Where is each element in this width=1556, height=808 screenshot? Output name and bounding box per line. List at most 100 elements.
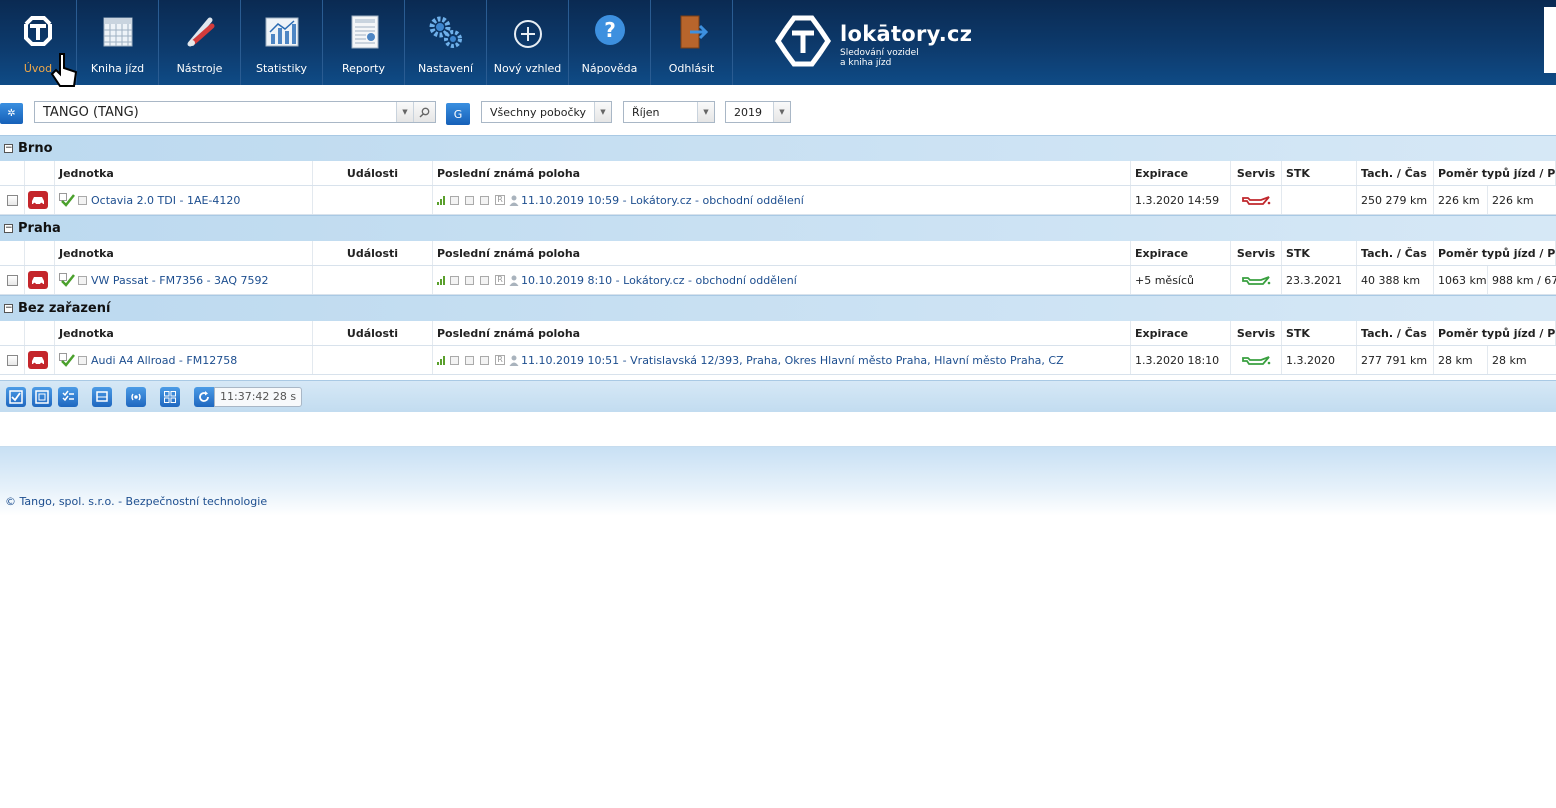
chevron-down-icon[interactable]: ▼ [697,102,714,122]
column-header-stk[interactable]: STK [1282,161,1357,185]
nav-item-settings[interactable]: Nastavení [405,0,487,85]
grid-view-button[interactable] [160,386,180,407]
nav-item-tools[interactable]: Nástroje [159,0,241,85]
table-row[interactable]: Audi A4 Allroad - FM12758 R 11.10.2019 1… [0,346,1556,375]
collapse-toggle-icon[interactable]: − [4,304,13,313]
column-header-expiration[interactable]: Expirace [1131,241,1231,265]
oil-can-icon[interactable] [1241,354,1271,366]
chevron-down-icon[interactable]: ▼ [773,102,790,122]
unit-link[interactable]: VW Passat - FM7356 - 3AQ 7592 [91,274,269,287]
column-header-stk[interactable]: STK [1282,321,1357,345]
side-panel-tab[interactable] [1544,7,1556,73]
column-header-position[interactable]: Poslední známá poloha [433,161,1131,185]
nav-item-logout[interactable]: Odhlásit [651,0,733,85]
unit-link[interactable]: Audi A4 Allroad - FM12758 [91,354,237,367]
chevron-down-icon[interactable]: ▼ [594,102,611,122]
nav-item-new-look[interactable]: Nový vzhled [487,0,569,85]
column-header-unit[interactable]: Jednotka [55,321,313,345]
ratio-cell: 28 km [1434,346,1488,374]
column-header-unit[interactable]: Jednotka [55,241,313,265]
unit-cell: Octavia 2.0 TDI - 1AE-4120 [55,186,313,214]
table-row[interactable]: Octavia 2.0 TDI - 1AE-4120 R 11.10.2019 … [0,186,1556,215]
column-header-ratio[interactable]: Poměr typů jízd / Por [1434,161,1556,185]
tach-cell: 40 388 km [1357,266,1434,294]
column-header-events[interactable]: Události [313,241,433,265]
unit-detail-icon[interactable] [78,275,87,285]
group-header[interactable]: − Brno [0,135,1556,161]
copyright-link[interactable]: © Tango, spol. s.r.o. - Bezpečnostní tec… [5,495,267,508]
help-icon: ? [594,15,625,45]
column-header-tach[interactable]: Tach. / Čas [1357,241,1434,265]
input-sensor-icon [465,195,474,205]
input-sensor-icon [465,355,474,365]
last-position-link[interactable]: 11.10.2019 10:51 - Vratislavská 12/393, … [521,354,1064,367]
stk-cell: 1.3.2020 [1282,346,1357,374]
column-header-tach[interactable]: Tach. / Čas [1357,161,1434,185]
column-header-events[interactable]: Události [313,161,433,185]
service-cell [1231,266,1282,294]
units-grid: − Brno Jednotka Události Poslední známá … [0,135,1556,375]
group-header[interactable]: − Praha [0,215,1556,241]
top-navigation-bar: Úvod Kniha jízd Nástroje Statistiky Repo… [0,0,1556,87]
unit-detail-icon[interactable] [78,195,87,205]
branch-select[interactable]: Všechny pobočky ▼ [481,101,612,123]
column-header-position[interactable]: Poslední známá poloha [433,321,1131,345]
oil-can-icon[interactable] [1241,274,1271,286]
column-header-service[interactable]: Servis [1231,161,1282,185]
list-view-button[interactable] [58,386,78,407]
oil-can-icon[interactable] [1241,194,1271,206]
search-icon[interactable] [413,102,435,122]
last-position-link[interactable]: 11.10.2019 10:59 - Lokátory.cz - obchodn… [521,194,804,207]
last-position-link[interactable]: 10.10.2019 8:10 - Lokátory.cz - obchodní… [521,274,797,287]
nav-item-statistics[interactable]: Statistiky [241,0,323,85]
current-time: 11:37:42 [220,390,270,403]
car-icon[interactable] [28,191,48,209]
group-header[interactable]: − Bez zařazení [0,295,1556,321]
row-checkbox[interactable] [7,274,18,286]
column-header-tach[interactable]: Tach. / Čas [1357,321,1434,345]
collapse-toggle-icon[interactable]: − [4,144,13,153]
column-header-expiration[interactable]: Expirace [1131,321,1231,345]
car-icon[interactable] [28,351,48,369]
nav-item-help[interactable]: ? Nápověda [569,0,651,85]
nav-item-logbook[interactable]: Kniha jízd [77,0,159,85]
month-select[interactable]: Říjen ▼ [623,101,715,123]
unit-link[interactable]: Octavia 2.0 TDI - 1AE-4120 [91,194,240,207]
column-header-stk[interactable]: STK [1282,241,1357,265]
row-checkbox[interactable] [7,194,18,206]
year-select[interactable]: 2019 ▼ [725,101,791,123]
vehicle-type-cell [25,346,55,374]
gps-fix-icon [480,355,489,365]
nav-item-home[interactable]: Úvod [0,0,78,87]
column-header-unit[interactable]: Jednotka [55,161,313,185]
column-header-service[interactable]: Servis [1231,241,1282,265]
column-header-ratio[interactable]: Poměr typů jízd / Por [1434,241,1556,265]
car-icon[interactable] [28,271,48,289]
column-header-expiration[interactable]: Expirace [1131,161,1231,185]
signal-button[interactable] [126,386,146,407]
refresh-button[interactable] [194,386,214,407]
column-header-events[interactable]: Události [313,321,433,345]
status-check-icon [59,273,75,287]
client-combobox[interactable]: TANGO (TANG) ▼ [34,101,436,123]
column-header-select [0,161,25,185]
fleet-button[interactable] [92,386,112,407]
column-header-service[interactable]: Servis [1231,321,1282,345]
nav-item-reports[interactable]: Reporty [323,0,405,85]
group-button[interactable]: G [446,103,470,125]
settings-button[interactable]: ✲ [0,103,23,124]
column-header-ratio[interactable]: Poměr typů jízd / Por [1434,321,1556,345]
column-header-position[interactable]: Poslední známá poloha [433,241,1131,265]
row-checkbox[interactable] [7,354,18,366]
events-cell [313,186,433,214]
deselect-all-button[interactable] [32,386,52,407]
table-row[interactable]: VW Passat - FM7356 - 3AQ 7592 R 10.10.20… [0,266,1556,295]
column-header-row: Jednotka Události Poslední známá poloha … [0,161,1556,186]
chevron-down-icon[interactable]: ▼ [396,102,413,122]
collapse-toggle-icon[interactable]: − [4,224,13,233]
branch-value: Všechny pobočky [490,105,586,119]
position-cell: R 11.10.2019 10:51 - Vratislavská 12/393… [433,346,1131,374]
select-all-button[interactable] [6,386,26,407]
position-cell: R 10.10.2019 8:10 - Lokátory.cz - obchod… [433,266,1131,294]
unit-detail-icon[interactable] [78,355,87,365]
